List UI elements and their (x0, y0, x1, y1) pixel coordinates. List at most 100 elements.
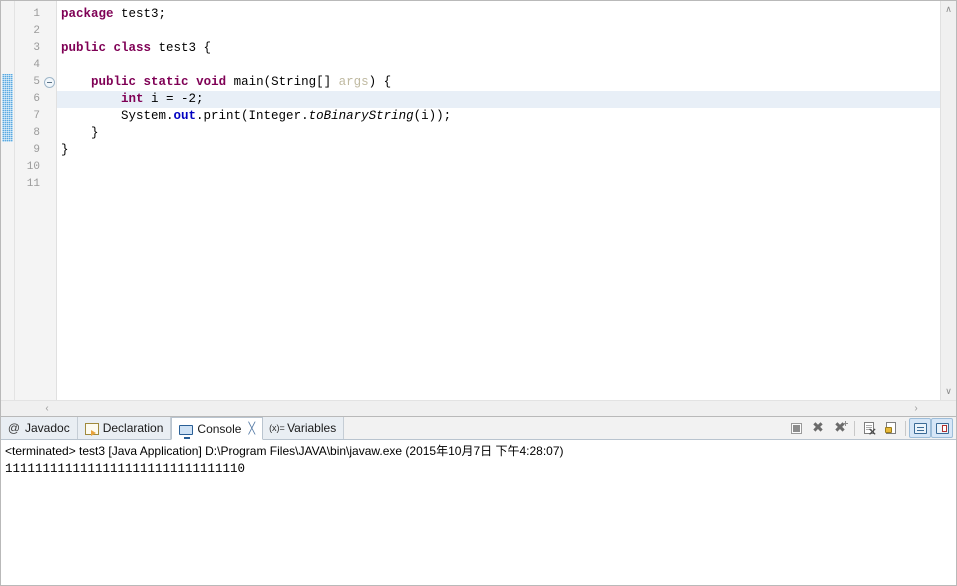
fold-slot (43, 6, 56, 23)
code-line[interactable]: public class test3 { (61, 40, 956, 57)
scroll-lock-button[interactable] (880, 418, 902, 438)
code-token: class (113, 41, 152, 55)
editor-horizontal-scrollbar[interactable]: ‹ › (1, 400, 956, 416)
folding-ruler[interactable] (43, 1, 57, 400)
fold-slot (43, 176, 56, 193)
line-number-ruler: 1 2 3 4 5 6 7 8 9 10 11 (15, 1, 43, 400)
line-number: 6 (33, 93, 40, 105)
code-line[interactable] (61, 57, 956, 74)
line-number: 4 (33, 59, 40, 71)
code-token: .print(Integer. (196, 109, 309, 123)
collapse-fold-icon[interactable] (44, 77, 55, 88)
scroll-up-icon[interactable]: ∧ (941, 1, 956, 18)
editor-vertical-scrollbar[interactable]: ∧ ∨ (940, 1, 956, 400)
remove-all-terminated-button[interactable]: ✖ (829, 418, 851, 438)
line-number: 3 (33, 42, 40, 54)
declaration-icon (84, 422, 99, 436)
code-token: int (121, 92, 144, 106)
code-line[interactable]: System.out.print(Integer.toBinaryString(… (61, 108, 956, 125)
toolbar-separator (905, 420, 906, 436)
method-annotation-marker (2, 74, 13, 142)
tab-close-icon[interactable]: ╳ (248, 422, 255, 435)
code-token: args (338, 75, 369, 89)
remove-all-icon: ✖ (834, 420, 846, 436)
remove-launch-button[interactable]: ✖ (807, 418, 829, 438)
tab-javadoc[interactable]: @ Javadoc (1, 417, 78, 439)
java-editor: 1 2 3 4 5 6 7 8 9 10 11 package test3; public clas… (0, 0, 957, 417)
display-selected-console-button[interactable] (931, 418, 953, 438)
line-number: 2 (33, 25, 40, 37)
code-token: out (173, 109, 197, 123)
code-line[interactable]: public static void main(String[] args) { (61, 74, 956, 91)
toolbar-separator (854, 420, 855, 436)
console-toolbar: ✖ ✖ (785, 417, 956, 439)
code-line[interactable]: } (61, 142, 956, 159)
fold-slot (43, 40, 56, 57)
code-canvas[interactable]: package test3; public class test3 { publ… (57, 1, 956, 400)
fold-slot (43, 125, 56, 142)
fold-slot (43, 57, 56, 74)
clear-console-icon (864, 422, 877, 438)
console-view-panel: @ Javadoc Declaration Console ╳ (x)= Variables… (0, 417, 957, 586)
code-line[interactable] (61, 23, 956, 40)
scroll-left-icon[interactable]: ‹ (39, 401, 55, 416)
tab-variables[interactable]: (x)= Variables (263, 417, 345, 439)
console-content[interactable]: <terminated> test3 [Java Application] D:… (1, 440, 956, 585)
code-line[interactable]: } (61, 125, 956, 142)
code-line[interactable]: int i = -2; (61, 91, 956, 108)
code-line[interactable] (61, 159, 956, 176)
scroll-lock-icon (885, 422, 896, 434)
terminate-icon (790, 422, 802, 434)
code-token: } (61, 126, 99, 140)
terminate-button[interactable] (785, 418, 807, 438)
code-line[interactable]: package test3; (61, 6, 956, 23)
source-code[interactable]: package test3; public class test3 { publ… (57, 6, 956, 193)
tab-declaration[interactable]: Declaration (77, 417, 172, 439)
code-token: void (196, 75, 227, 89)
remove-icon: ✖ (812, 420, 824, 436)
view-tab-bar: @ Javadoc Declaration Console ╳ (x)= Variables… (1, 417, 956, 440)
variables-icon: (x)= (269, 423, 285, 433)
fold-slot (43, 91, 56, 108)
code-token: System. (61, 109, 174, 123)
fold-slot[interactable] (43, 74, 56, 91)
code-token: package (61, 7, 114, 21)
scroll-down-icon[interactable]: ∨ (941, 383, 956, 400)
eclipse-workbench: 1 2 3 4 5 6 7 8 9 10 11 package test3; public clas… (0, 0, 957, 586)
line-number: 1 (33, 8, 40, 20)
code-token: i = -2; (143, 92, 204, 106)
code-token: test3 { (151, 41, 212, 55)
annotation-ruler[interactable] (1, 1, 15, 400)
display-console-icon (935, 422, 949, 434)
javadoc-icon: @ (7, 421, 21, 435)
tab-label: Variables (287, 421, 337, 435)
pin-console-button[interactable] (909, 418, 931, 438)
tab-label: Console (197, 421, 242, 436)
line-number: 7 (33, 110, 40, 122)
code-token: ) { (368, 75, 392, 89)
pin-console-icon (913, 422, 927, 434)
line-number: 5 (33, 76, 40, 88)
code-token: toBinaryString (308, 109, 414, 123)
clear-console-button[interactable] (858, 418, 880, 438)
code-token: } (61, 143, 69, 157)
code-token: public (91, 75, 137, 89)
console-icon (179, 424, 194, 439)
tab-label: Declaration (102, 421, 164, 435)
code-line[interactable] (61, 176, 956, 193)
scroll-right-icon[interactable]: › (908, 401, 924, 416)
tab-console[interactable]: Console ╳ (171, 417, 264, 440)
fold-slot (43, 23, 56, 40)
line-number: 9 (33, 144, 40, 156)
console-status-line: <terminated> test3 [Java Application] D:… (5, 444, 564, 458)
editor-body: 1 2 3 4 5 6 7 8 9 10 11 package test3; public clas… (1, 1, 956, 400)
code-token: (i)); (413, 109, 452, 123)
console-output-text: 11111111111111111111111111111110 (5, 462, 246, 476)
code-token: main(String[] (226, 75, 339, 89)
code-token: public (61, 41, 107, 55)
